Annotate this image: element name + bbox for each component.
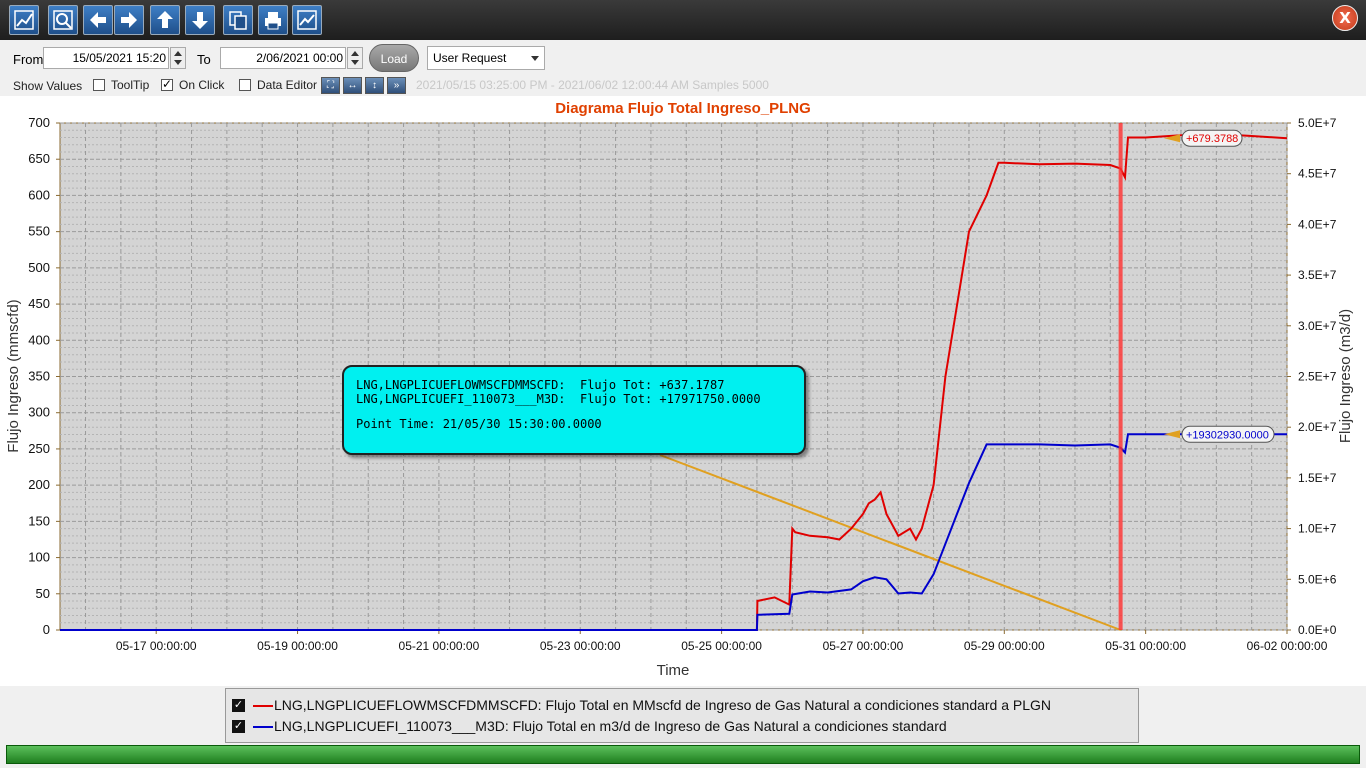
fit-horizontal-icon[interactable]: ↔ — [343, 77, 362, 94]
close-button[interactable]: X — [1332, 5, 1358, 31]
x-tick-label: 05-17 00:00:00 — [116, 639, 197, 653]
tooltip-line-1: LNG,LNGPLICUEFLOWMSCFDMMSCFD: Flujo Tot:… — [356, 378, 725, 392]
toolbar: X — [0, 0, 1366, 40]
y2-tick-label: 1.0E+7 — [1298, 522, 1337, 536]
x-tick-label: 05-29 00:00:00 — [964, 639, 1045, 653]
y-tick-label: 150 — [28, 513, 50, 528]
copy-icon[interactable] — [223, 5, 253, 35]
legend-text-2: LNG,LNGPLICUEFI_110073___M3D: Flujo Tota… — [274, 718, 947, 734]
chevron-down-icon — [531, 56, 539, 61]
chart-icon[interactable] — [292, 5, 322, 35]
display-options: Show Values ToolTip On Click Data Editor… — [0, 76, 1366, 96]
y2-tick-label: 2.0E+7 — [1298, 420, 1337, 434]
y2-tick-label: 2.5E+7 — [1298, 370, 1337, 384]
date-controls: From 15/05/2021 15:20 To 2/06/2021 00:00… — [0, 42, 1366, 74]
progress-bar — [6, 745, 1360, 764]
from-label: From — [13, 52, 44, 67]
x-axis-label: Time — [657, 662, 690, 679]
tooltip-checkbox[interactable] — [93, 79, 105, 91]
x-tick-label: 06-02 00:00:00 — [1247, 639, 1328, 653]
onclick-checkbox[interactable] — [161, 77, 173, 91]
from-date-spinner[interactable] — [170, 47, 186, 69]
load-button[interactable]: Load — [369, 44, 419, 72]
zoom-icon[interactable] — [48, 5, 78, 35]
y-axis-label: Flujo Ingreso (mmscfd) — [5, 299, 22, 452]
y-tick-label: 100 — [28, 550, 50, 565]
y-tick-label: 400 — [28, 332, 50, 347]
fast-forward-icon[interactable]: » — [387, 77, 406, 94]
legend-checkbox-2[interactable]: ✓ — [232, 720, 245, 733]
value-tooltip: LNG,LNGPLICUEFLOWMSCFDMMSCFD: Flujo Tot:… — [342, 365, 806, 455]
y2-tick-label: 5.0E+7 — [1298, 116, 1337, 130]
to-label: To — [197, 52, 211, 67]
tooltip-line-3: Point Time: 21/05/30 15:30:00.0000 — [356, 417, 602, 431]
y2-tick-label: 4.5E+7 — [1298, 167, 1337, 181]
fit-vertical-icon[interactable]: ↕ — [365, 77, 384, 94]
print-icon[interactable] — [258, 5, 288, 35]
tooltip-label: ToolTip — [111, 78, 150, 92]
last-value-label-2: +19302930.0000 — [1186, 429, 1269, 441]
data-editor-checkbox[interactable] — [239, 79, 251, 91]
fit-all-icon[interactable]: ⛶ — [321, 77, 340, 94]
x-tick-label: 05-27 00:00:00 — [823, 639, 904, 653]
legend-swatch-2 — [253, 726, 273, 728]
to-date-field[interactable]: 2/06/2021 00:00 — [220, 47, 346, 69]
legend: ✓ LNG,LNGPLICUEFLOWMSCFDMMSCFD: Flujo To… — [225, 688, 1139, 743]
last-value-label-1: +679.3788 — [1186, 133, 1238, 145]
arrow-left-icon[interactable] — [83, 5, 113, 35]
settings-chart-icon[interactable] — [9, 5, 39, 35]
arrow-right-icon[interactable] — [114, 5, 144, 35]
y-tick-label: 0 — [43, 622, 50, 637]
x-tick-label: 05-25 00:00:00 — [681, 639, 762, 653]
request-mode-value: User Request — [433, 51, 507, 65]
y-tick-label: 500 — [28, 260, 50, 275]
legend-swatch-1 — [253, 705, 273, 707]
y-tick-label: 450 — [28, 296, 50, 311]
y-tick-label: 200 — [28, 477, 50, 492]
legend-text-1: LNG,LNGPLICUEFLOWMSCFDMMSCFD: Flujo Tota… — [274, 697, 1052, 713]
y-tick-label: 600 — [28, 187, 50, 202]
onclick-label: On Click — [179, 78, 225, 92]
y2-tick-label: 5.0E+6 — [1298, 572, 1337, 586]
x-tick-label: 05-31 00:00:00 — [1105, 639, 1186, 653]
y2-tick-label: 3.0E+7 — [1298, 319, 1337, 333]
arrow-down-icon[interactable] — [185, 5, 215, 35]
to-date-spinner[interactable] — [347, 47, 363, 69]
y2-tick-label: 3.5E+7 — [1298, 268, 1337, 282]
y-tick-label: 650 — [28, 151, 50, 166]
y2-axis-label: Flujo Ingreso (m3/d) — [1337, 309, 1354, 443]
y-tick-label: 250 — [28, 441, 50, 456]
y-tick-label: 50 — [36, 586, 50, 601]
y-tick-label: 700 — [28, 115, 50, 130]
show-values-label: Show Values — [13, 79, 83, 93]
from-date-field[interactable]: 15/05/2021 15:20 — [43, 47, 169, 69]
legend-checkbox-1[interactable]: ✓ — [232, 699, 245, 712]
arrow-up-icon[interactable] — [150, 5, 180, 35]
y-tick-label: 300 — [28, 405, 50, 420]
data-editor-label: Data Editor — [257, 78, 318, 92]
request-mode-select[interactable]: User Request — [427, 46, 545, 70]
x-tick-label: 05-21 00:00:00 — [399, 639, 480, 653]
y-tick-label: 350 — [28, 369, 50, 384]
tooltip-line-2: LNG,LNGPLICUEFI_110073___M3D: Flujo Tot:… — [356, 392, 761, 406]
y2-tick-label: 0.0E+0 — [1298, 623, 1337, 637]
x-tick-label: 05-23 00:00:00 — [540, 639, 621, 653]
range-info: 2021/05/15 03:25:00 PM - 2021/06/02 12:0… — [416, 78, 769, 92]
y2-tick-label: 4.0E+7 — [1298, 217, 1337, 231]
chart-title: Diagrama Flujo Total Ingreso_PLNG — [555, 100, 811, 117]
x-tick-label: 05-19 00:00:00 — [257, 639, 338, 653]
y-tick-label: 550 — [28, 224, 50, 239]
y2-tick-label: 1.5E+7 — [1298, 471, 1337, 485]
